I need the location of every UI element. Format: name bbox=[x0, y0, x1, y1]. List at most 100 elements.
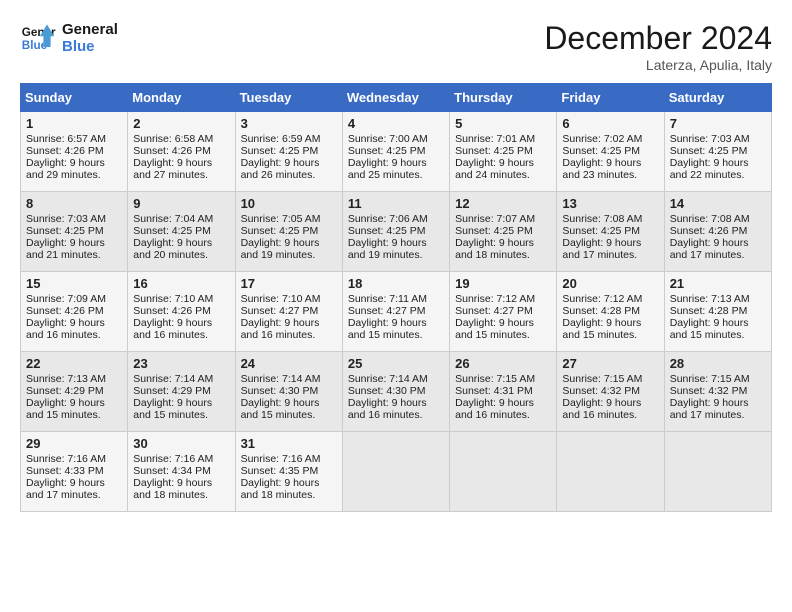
sunrise-label: Sunrise: 7:03 AM bbox=[670, 133, 750, 145]
day-number: 8 bbox=[26, 196, 122, 211]
sunset-label: Sunset: 4:35 PM bbox=[241, 465, 319, 477]
logo-icon: General Blue bbox=[20, 20, 56, 56]
daylight-label: Daylight: 9 hours and 18 minutes. bbox=[241, 477, 320, 501]
calendar-week-5: 29 Sunrise: 7:16 AM Sunset: 4:33 PM Dayl… bbox=[21, 432, 772, 512]
calendar-cell: 13 Sunrise: 7:08 AM Sunset: 4:25 PM Dayl… bbox=[557, 192, 664, 272]
sunset-label: Sunset: 4:29 PM bbox=[133, 385, 211, 397]
calendar-table: SundayMondayTuesdayWednesdayThursdayFrid… bbox=[20, 83, 772, 512]
daylight-label: Daylight: 9 hours and 23 minutes. bbox=[562, 157, 641, 181]
daylight-label: Daylight: 9 hours and 16 minutes. bbox=[562, 397, 641, 421]
day-number: 27 bbox=[562, 356, 658, 371]
day-number: 17 bbox=[241, 276, 337, 291]
sunrise-label: Sunrise: 6:58 AM bbox=[133, 133, 213, 145]
daylight-label: Daylight: 9 hours and 16 minutes. bbox=[348, 397, 427, 421]
sunset-label: Sunset: 4:25 PM bbox=[26, 225, 104, 237]
day-number: 15 bbox=[26, 276, 122, 291]
calendar-cell: 14 Sunrise: 7:08 AM Sunset: 4:26 PM Dayl… bbox=[664, 192, 771, 272]
day-number: 22 bbox=[26, 356, 122, 371]
sunrise-label: Sunrise: 7:16 AM bbox=[133, 453, 213, 465]
sunrise-label: Sunrise: 7:07 AM bbox=[455, 213, 535, 225]
daylight-label: Daylight: 9 hours and 26 minutes. bbox=[241, 157, 320, 181]
sunset-label: Sunset: 4:32 PM bbox=[670, 385, 748, 397]
sunset-label: Sunset: 4:25 PM bbox=[133, 225, 211, 237]
calendar-cell: 5 Sunrise: 7:01 AM Sunset: 4:25 PM Dayli… bbox=[450, 112, 557, 192]
daylight-label: Daylight: 9 hours and 25 minutes. bbox=[348, 157, 427, 181]
sunrise-label: Sunrise: 7:04 AM bbox=[133, 213, 213, 225]
calendar-cell: 20 Sunrise: 7:12 AM Sunset: 4:28 PM Dayl… bbox=[557, 272, 664, 352]
daylight-label: Daylight: 9 hours and 18 minutes. bbox=[133, 477, 212, 501]
daylight-label: Daylight: 9 hours and 16 minutes. bbox=[26, 317, 105, 341]
sunrise-label: Sunrise: 7:02 AM bbox=[562, 133, 642, 145]
calendar-cell: 1 Sunrise: 6:57 AM Sunset: 4:26 PM Dayli… bbox=[21, 112, 128, 192]
sunrise-label: Sunrise: 7:03 AM bbox=[26, 213, 106, 225]
day-number: 11 bbox=[348, 196, 444, 211]
logo-general: General bbox=[62, 21, 118, 38]
day-number: 5 bbox=[455, 116, 551, 131]
header-friday: Friday bbox=[557, 84, 664, 112]
sunset-label: Sunset: 4:26 PM bbox=[670, 225, 748, 237]
sunset-label: Sunset: 4:30 PM bbox=[241, 385, 319, 397]
calendar-cell: 7 Sunrise: 7:03 AM Sunset: 4:25 PM Dayli… bbox=[664, 112, 771, 192]
header-monday: Monday bbox=[128, 84, 235, 112]
day-number: 31 bbox=[241, 436, 337, 451]
sunrise-label: Sunrise: 7:16 AM bbox=[26, 453, 106, 465]
daylight-label: Daylight: 9 hours and 19 minutes. bbox=[348, 237, 427, 261]
calendar-week-4: 22 Sunrise: 7:13 AM Sunset: 4:29 PM Dayl… bbox=[21, 352, 772, 432]
sunset-label: Sunset: 4:25 PM bbox=[562, 225, 640, 237]
sunset-label: Sunset: 4:27 PM bbox=[455, 305, 533, 317]
day-number: 25 bbox=[348, 356, 444, 371]
calendar-week-3: 15 Sunrise: 7:09 AM Sunset: 4:26 PM Dayl… bbox=[21, 272, 772, 352]
calendar-header-row: SundayMondayTuesdayWednesdayThursdayFrid… bbox=[21, 84, 772, 112]
day-number: 13 bbox=[562, 196, 658, 211]
sunrise-label: Sunrise: 7:14 AM bbox=[133, 373, 213, 385]
calendar-cell: 3 Sunrise: 6:59 AM Sunset: 4:25 PM Dayli… bbox=[235, 112, 342, 192]
calendar-cell bbox=[450, 432, 557, 512]
sunrise-label: Sunrise: 7:16 AM bbox=[241, 453, 321, 465]
day-number: 30 bbox=[133, 436, 229, 451]
day-number: 24 bbox=[241, 356, 337, 371]
sunset-label: Sunset: 4:28 PM bbox=[670, 305, 748, 317]
sunset-label: Sunset: 4:25 PM bbox=[241, 145, 319, 157]
sunrise-label: Sunrise: 7:13 AM bbox=[26, 373, 106, 385]
calendar-cell: 18 Sunrise: 7:11 AM Sunset: 4:27 PM Dayl… bbox=[342, 272, 449, 352]
sunset-label: Sunset: 4:29 PM bbox=[26, 385, 104, 397]
daylight-label: Daylight: 9 hours and 20 minutes. bbox=[133, 237, 212, 261]
sunrise-label: Sunrise: 7:14 AM bbox=[348, 373, 428, 385]
sunrise-label: Sunrise: 7:01 AM bbox=[455, 133, 535, 145]
calendar-cell: 25 Sunrise: 7:14 AM Sunset: 4:30 PM Dayl… bbox=[342, 352, 449, 432]
daylight-label: Daylight: 9 hours and 17 minutes. bbox=[26, 477, 105, 501]
sunset-label: Sunset: 4:31 PM bbox=[455, 385, 533, 397]
calendar-cell: 4 Sunrise: 7:00 AM Sunset: 4:25 PM Dayli… bbox=[342, 112, 449, 192]
daylight-label: Daylight: 9 hours and 17 minutes. bbox=[562, 237, 641, 261]
day-number: 12 bbox=[455, 196, 551, 211]
daylight-label: Daylight: 9 hours and 27 minutes. bbox=[133, 157, 212, 181]
sunset-label: Sunset: 4:25 PM bbox=[348, 225, 426, 237]
sunrise-label: Sunrise: 6:57 AM bbox=[26, 133, 106, 145]
calendar-cell: 22 Sunrise: 7:13 AM Sunset: 4:29 PM Dayl… bbox=[21, 352, 128, 432]
sunrise-label: Sunrise: 7:12 AM bbox=[455, 293, 535, 305]
calendar-cell bbox=[664, 432, 771, 512]
day-number: 3 bbox=[241, 116, 337, 131]
sunset-label: Sunset: 4:25 PM bbox=[348, 145, 426, 157]
calendar-cell: 2 Sunrise: 6:58 AM Sunset: 4:26 PM Dayli… bbox=[128, 112, 235, 192]
day-number: 26 bbox=[455, 356, 551, 371]
calendar-cell: 15 Sunrise: 7:09 AM Sunset: 4:26 PM Dayl… bbox=[21, 272, 128, 352]
calendar-cell bbox=[557, 432, 664, 512]
sunset-label: Sunset: 4:25 PM bbox=[670, 145, 748, 157]
day-number: 14 bbox=[670, 196, 766, 211]
sunset-label: Sunset: 4:26 PM bbox=[26, 145, 104, 157]
sunrise-label: Sunrise: 7:00 AM bbox=[348, 133, 428, 145]
daylight-label: Daylight: 9 hours and 15 minutes. bbox=[455, 317, 534, 341]
calendar-cell: 26 Sunrise: 7:15 AM Sunset: 4:31 PM Dayl… bbox=[450, 352, 557, 432]
sunset-label: Sunset: 4:28 PM bbox=[562, 305, 640, 317]
sunrise-label: Sunrise: 7:08 AM bbox=[670, 213, 750, 225]
calendar-cell: 28 Sunrise: 7:15 AM Sunset: 4:32 PM Dayl… bbox=[664, 352, 771, 432]
sunrise-label: Sunrise: 7:08 AM bbox=[562, 213, 642, 225]
daylight-label: Daylight: 9 hours and 15 minutes. bbox=[133, 397, 212, 421]
daylight-label: Daylight: 9 hours and 15 minutes. bbox=[670, 317, 749, 341]
sunrise-label: Sunrise: 7:13 AM bbox=[670, 293, 750, 305]
daylight-label: Daylight: 9 hours and 21 minutes. bbox=[26, 237, 105, 261]
sunset-label: Sunset: 4:25 PM bbox=[562, 145, 640, 157]
daylight-label: Daylight: 9 hours and 16 minutes. bbox=[133, 317, 212, 341]
logo: General Blue General Blue bbox=[20, 20, 118, 56]
